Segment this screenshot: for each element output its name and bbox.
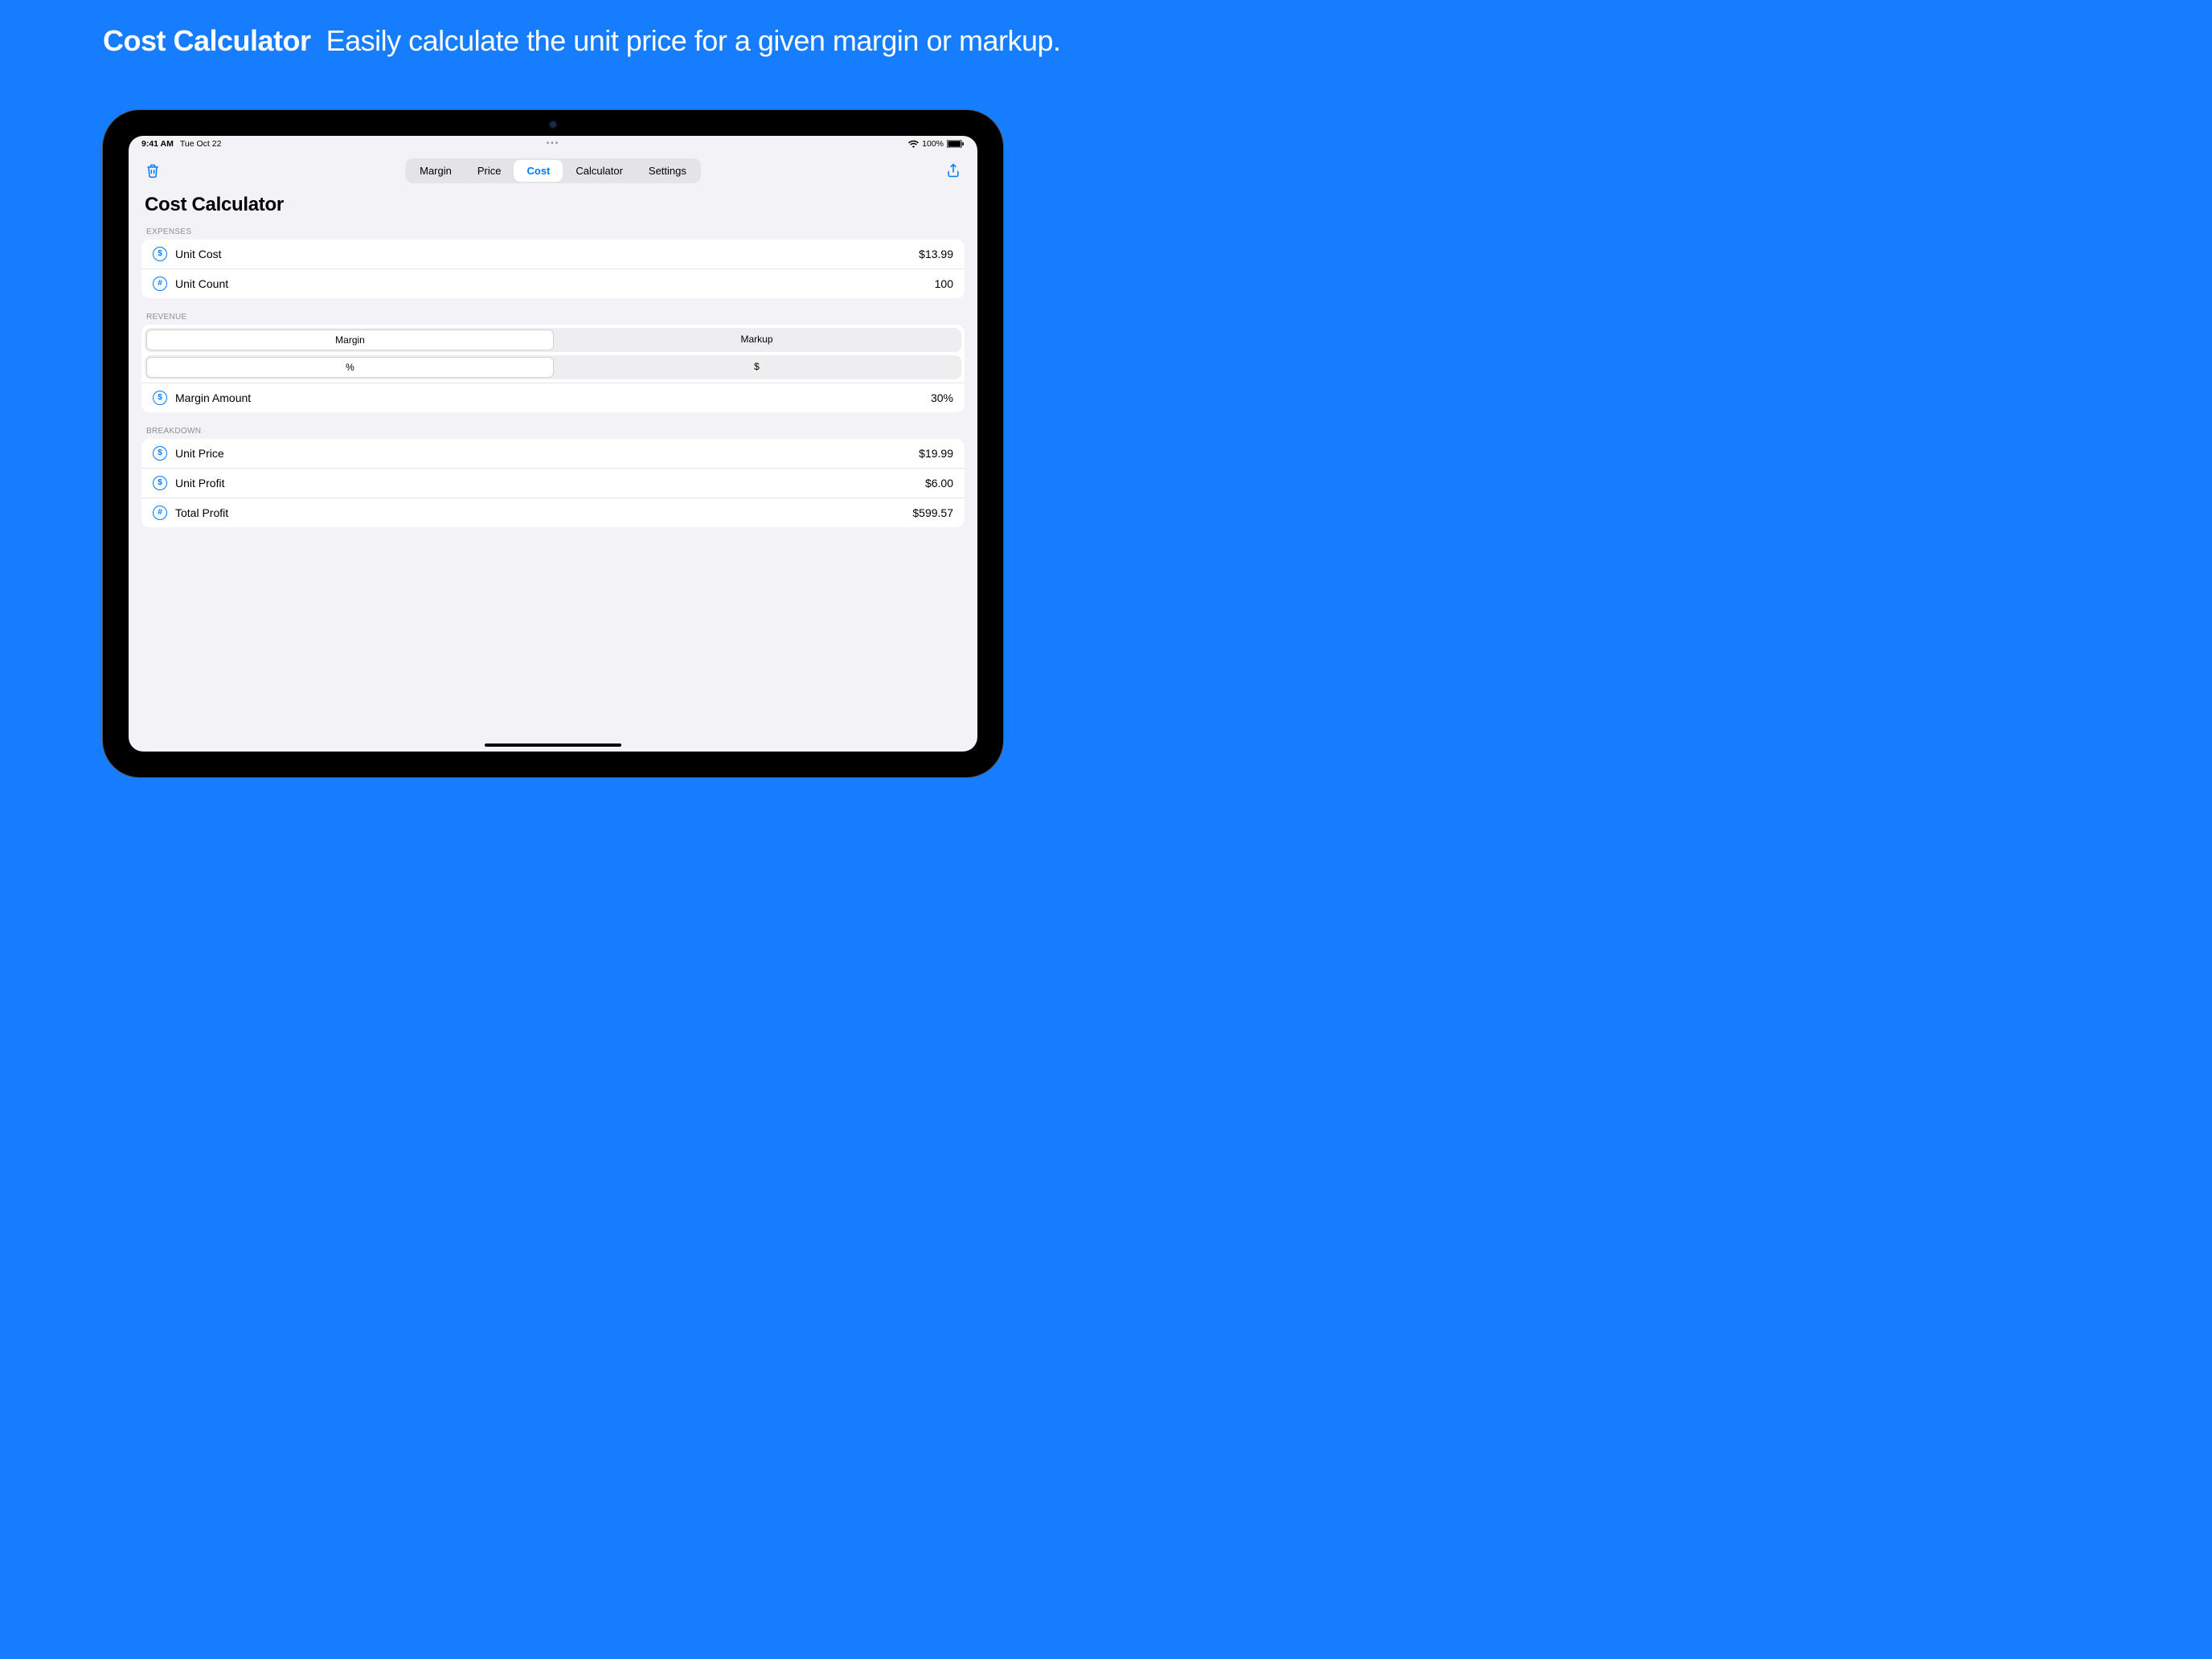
status-battery-text: 100% <box>922 139 944 149</box>
dollar-icon: $ <box>153 247 167 261</box>
expenses-group: $ Unit Cost $13.99 # Unit Count 100 <box>141 240 965 298</box>
tab-price[interactable]: Price <box>465 160 514 182</box>
unit-cost-value: $13.99 <box>919 248 953 260</box>
share-icon <box>945 162 961 178</box>
hash-icon: # <box>153 506 167 520</box>
unit-price-row: $ Unit Price $19.99 <box>141 439 965 468</box>
dollar-icon: $ <box>153 476 167 490</box>
status-time: 9:41 AM <box>141 139 174 149</box>
unit-profit-row: $ Unit Profit $6.00 <box>141 468 965 498</box>
total-profit-value: $599.57 <box>912 506 953 519</box>
tab-calculator[interactable]: Calculator <box>563 160 636 182</box>
unit-count-value: 100 <box>935 277 953 290</box>
unit-cost-label: Unit Cost <box>175 248 222 260</box>
hash-icon: # <box>153 276 167 291</box>
toolbar: Margin Price Cost Calculator Settings <box>129 152 977 189</box>
revenue-group: Margin Markup % $ $ Margin Amount 30% <box>141 325 965 412</box>
tab-margin[interactable]: Margin <box>407 160 465 182</box>
tab-cost[interactable]: Cost <box>514 160 563 182</box>
toggle-option-margin[interactable]: Margin <box>146 330 554 350</box>
toggle-option-percent[interactable]: % <box>146 357 554 378</box>
device-camera <box>550 121 556 128</box>
unit-cost-row[interactable]: $ Unit Cost $13.99 <box>141 240 965 268</box>
trash-button[interactable] <box>145 162 161 178</box>
tab-settings[interactable]: Settings <box>636 160 699 182</box>
promo-headline: Cost Calculator Easily calculate the uni… <box>103 23 2109 59</box>
revenue-header: REVENUE <box>141 313 965 325</box>
unit-profit-label: Unit Profit <box>175 477 224 490</box>
total-profit-row: # Total Profit $599.57 <box>141 498 965 527</box>
device-mock: ••• 9:41 AM Tue Oct 22 100% <box>103 110 1003 777</box>
content-area: Cost Calculator EXPENSES $ Unit Cost $13… <box>129 189 977 752</box>
percent-dollar-toggle: % $ <box>145 355 961 379</box>
status-date: Tue Oct 22 <box>180 139 222 149</box>
dollar-icon: $ <box>153 446 167 461</box>
page-title: Cost Calculator <box>141 194 965 216</box>
share-button[interactable] <box>945 162 961 178</box>
unit-count-label: Unit Count <box>175 277 228 290</box>
margin-amount-label: Margin Amount <box>175 391 251 404</box>
multitask-dots-icon: ••• <box>547 139 560 148</box>
breakdown-header: BREAKDOWN <box>141 427 965 439</box>
margin-markup-toggle: Margin Markup <box>145 328 961 352</box>
breakdown-group: $ Unit Price $19.99 $ Unit Profit $6.00 … <box>141 439 965 527</box>
unit-count-row[interactable]: # Unit Count 100 <box>141 268 965 298</box>
margin-amount-row[interactable]: $ Margin Amount 30% <box>141 383 965 412</box>
promo-subtitle: Easily calculate the unit price for a gi… <box>326 24 1061 57</box>
dollar-icon: $ <box>153 391 167 405</box>
home-indicator[interactable] <box>485 743 621 747</box>
unit-price-value: $19.99 <box>919 447 953 460</box>
tab-bar: Margin Price Cost Calculator Settings <box>405 158 701 183</box>
unit-profit-value: $6.00 <box>925 477 953 490</box>
total-profit-label: Total Profit <box>175 506 228 519</box>
unit-price-label: Unit Price <box>175 447 224 460</box>
wifi-icon <box>908 140 919 148</box>
battery-icon <box>947 140 965 148</box>
expenses-header: EXPENSES <box>141 227 965 240</box>
toggle-option-dollar[interactable]: $ <box>554 357 960 378</box>
trash-icon <box>145 162 161 178</box>
promo-title: Cost Calculator <box>103 24 311 57</box>
toggle-option-markup[interactable]: Markup <box>554 330 960 350</box>
margin-amount-value: 30% <box>931 391 953 404</box>
